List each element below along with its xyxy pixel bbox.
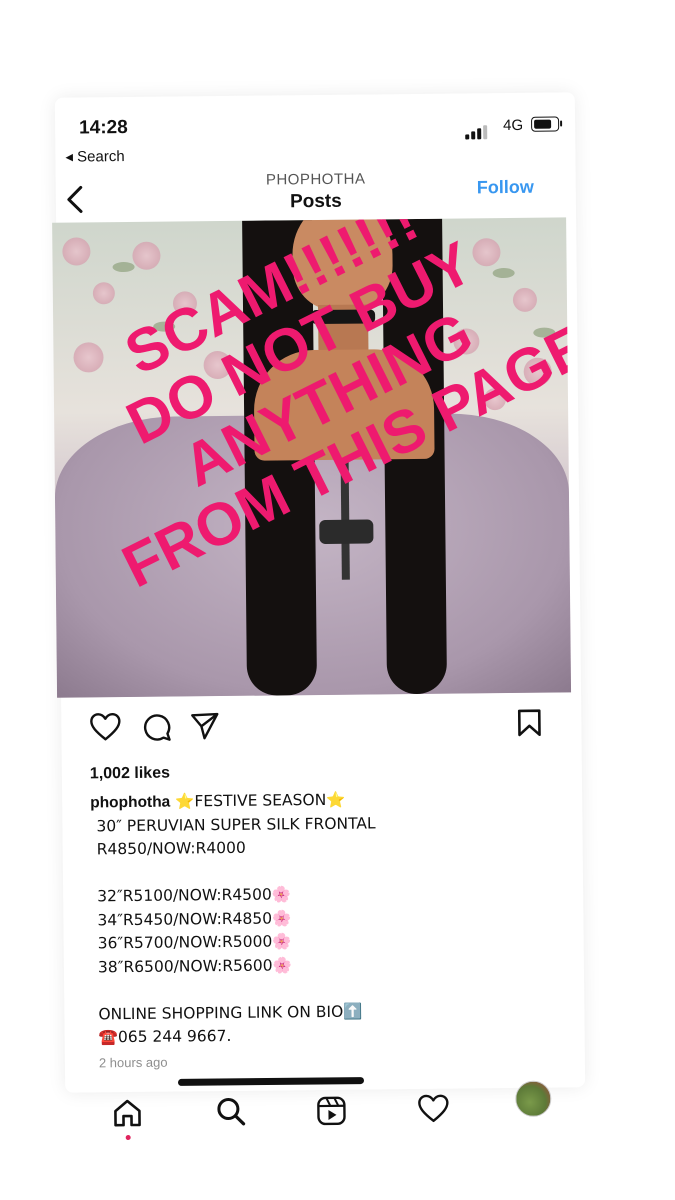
post-actions bbox=[61, 707, 581, 752]
home-icon[interactable] bbox=[111, 1097, 143, 1129]
phone-screen: 14:28 ◂ Search 4G PHOPHOTHA Posts Follow bbox=[52, 92, 586, 1141]
paper-plane-icon[interactable] bbox=[189, 711, 219, 741]
likes-count[interactable]: 1,002 likes bbox=[90, 765, 170, 784]
caption-username[interactable]: phophotha bbox=[90, 794, 170, 812]
bookmark-icon[interactable] bbox=[516, 708, 542, 738]
active-tab-dot bbox=[125, 1135, 131, 1141]
network-label: 4G bbox=[503, 116, 524, 135]
follow-button[interactable]: Follow bbox=[477, 177, 534, 199]
activity-heart-icon[interactable] bbox=[417, 1094, 449, 1124]
post-caption: phophotha ⭐FESTIVE SEASON⭐ 30″ PERUVIAN … bbox=[90, 786, 563, 1049]
battery-icon bbox=[531, 116, 560, 132]
caption-line: ☎️065 244 9667. bbox=[98, 1026, 232, 1047]
reels-icon[interactable] bbox=[315, 1095, 347, 1127]
signal-icon bbox=[465, 121, 489, 140]
comment-icon[interactable] bbox=[141, 712, 171, 742]
status-time: 14:28 bbox=[79, 116, 128, 139]
search-icon[interactable] bbox=[215, 1096, 247, 1128]
heart-icon[interactable] bbox=[89, 712, 121, 742]
post-timestamp: 2 hours ago bbox=[98, 1054, 168, 1071]
back-to-search-link[interactable]: ◂ Search bbox=[65, 147, 124, 166]
profile-avatar[interactable] bbox=[515, 1080, 552, 1117]
stand-clamp bbox=[319, 519, 374, 545]
post-image[interactable]: SCAM!!!!!!! DO NOT BUY ANYTHING FROM THI… bbox=[52, 217, 572, 698]
bottom-tab-bar bbox=[65, 1080, 585, 1147]
caption-text: ⭐FESTIVE SEASON⭐ bbox=[170, 790, 346, 811]
